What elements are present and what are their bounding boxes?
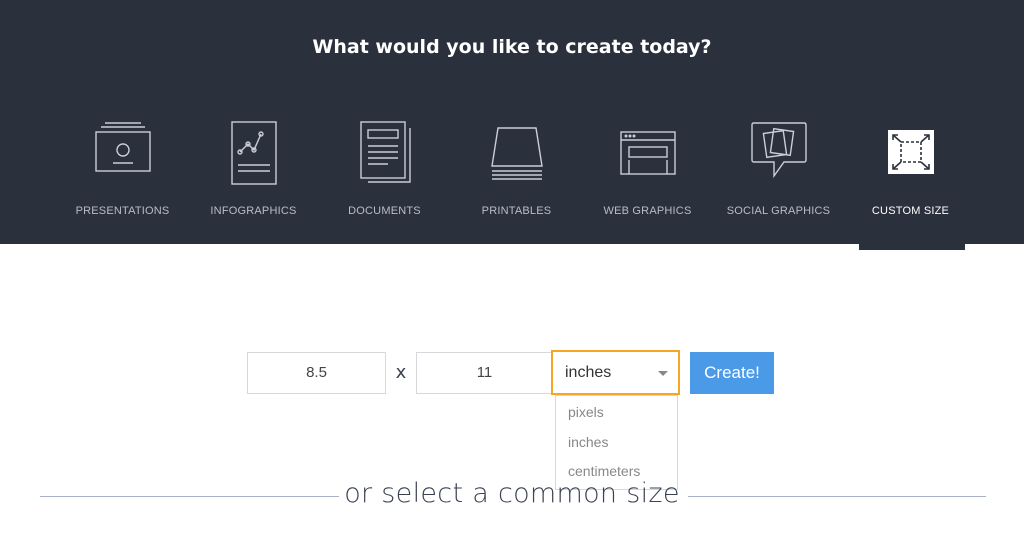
category-label: CUSTOM SIZE	[871, 205, 950, 217]
category-custom-size[interactable]: CUSTOM SIZE	[845, 112, 976, 232]
category-label: WEB GRAPHICS	[603, 205, 692, 217]
category-infographics[interactable]: INFOGRAPHICS	[188, 112, 319, 232]
category-label: PRINTABLES	[481, 205, 552, 217]
common-size-heading: or select a common size	[344, 478, 680, 509]
divider-right	[688, 496, 986, 497]
category-label: SOCIAL GRAPHICS	[726, 205, 831, 217]
times-symbol: x	[395, 362, 407, 383]
divider-left	[40, 496, 339, 497]
printable-icon	[490, 127, 543, 180]
social-graphic-icon	[750, 122, 807, 179]
category-printables[interactable]: PRINTABLES	[451, 112, 582, 232]
create-button[interactable]: Create!	[690, 352, 774, 394]
category-social-graphics[interactable]: SOCIAL GRAPHICS	[713, 112, 844, 232]
category-label: PRESENTATIONS	[75, 205, 170, 217]
category-label: INFOGRAPHICS	[210, 205, 297, 217]
custom-size-icon	[887, 130, 934, 174]
unit-option-centimeters[interactable]: centimeters	[568, 463, 640, 479]
category-documents[interactable]: DOCUMENTS	[319, 112, 450, 232]
height-input[interactable]: 11	[416, 352, 553, 394]
header: What would you like to create today? PRE…	[0, 0, 1024, 244]
active-tab-indicator	[859, 240, 965, 250]
unit-select-value: inches	[565, 364, 612, 381]
unit-option-inches[interactable]: inches	[568, 434, 608, 450]
document-icon	[359, 121, 411, 183]
page-title: What would you like to create today?	[312, 36, 712, 58]
category-web-graphics[interactable]: WEB GRAPHICS	[582, 112, 713, 232]
unit-dropdown: pixels inches centimeters	[555, 395, 678, 490]
presentation-icon	[94, 122, 151, 172]
category-presentations[interactable]: PRESENTATIONS	[57, 112, 188, 232]
category-label: DOCUMENTS	[348, 205, 421, 217]
unit-select[interactable]: inches	[551, 350, 680, 395]
chevron-down-icon	[658, 371, 668, 376]
infographic-icon	[230, 121, 277, 185]
width-input[interactable]: 8.5	[247, 352, 386, 394]
web-graphic-icon	[619, 131, 676, 175]
unit-option-pixels[interactable]: pixels	[568, 404, 604, 420]
